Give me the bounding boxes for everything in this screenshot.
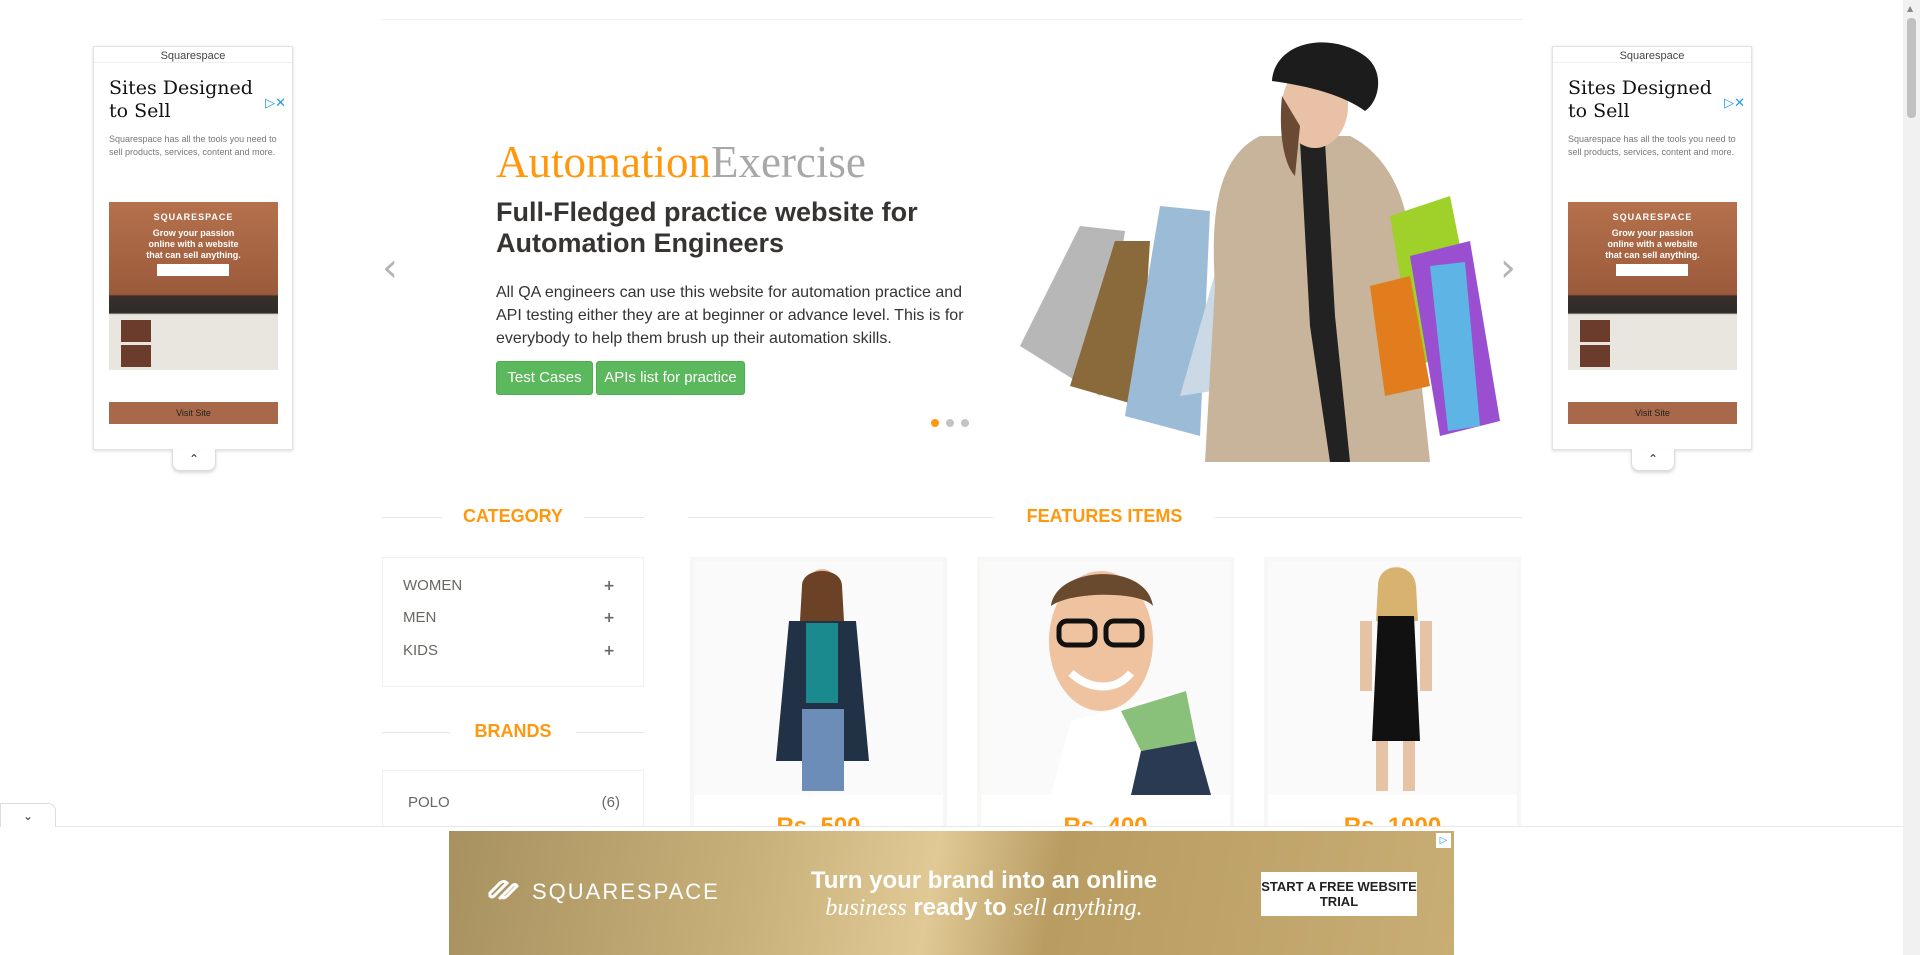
chevron-up-icon[interactable]: ⌃ — [1631, 449, 1675, 471]
ad-description: Squarespace has all the tools you need t… — [1568, 134, 1736, 157]
category-item-men[interactable]: MEN + — [403, 608, 625, 628]
slider-logo: AutomationExercise — [496, 136, 866, 188]
category-panel: WOMEN + MEN + KIDS + — [382, 557, 644, 687]
product-card[interactable]: Rs. 400 — [977, 557, 1234, 840]
slider-title: Full-Fledged practice website for Automa… — [496, 197, 918, 258]
plus-icon[interactable]: + — [603, 576, 615, 596]
ad-image-thumb — [1580, 345, 1610, 367]
brands-heading: BRANDS — [474, 721, 552, 741]
plus-icon[interactable]: + — [603, 641, 615, 661]
left-side-ad[interactable]: Squarespace Sites Designed to Sell ▷✕ Sq… — [93, 46, 293, 471]
right-side-ad[interactable]: Squarespace Sites Designed to Sell ▷✕ Sq… — [1552, 46, 1752, 471]
product-card[interactable]: Rs. 1000 — [1264, 557, 1521, 840]
heading-rule — [382, 517, 442, 518]
brand-item-label: POLO — [408, 794, 450, 811]
slider-dot[interactable] — [945, 418, 955, 428]
slider-dot[interactable] — [930, 418, 940, 428]
ad-image-thumb — [121, 345, 151, 367]
ad-image-input — [1616, 264, 1688, 276]
scroll-up-icon[interactable]: ▲ — [1907, 4, 1913, 13]
category-heading: CATEGORY — [462, 506, 563, 526]
category-item-label: WOMEN — [403, 577, 463, 594]
ad-brand-label: Squarespace — [94, 47, 292, 63]
chevron-down-icon[interactable]: ⌄ — [0, 803, 56, 827]
chevron-up-icon[interactable]: ⌃ — [172, 449, 216, 471]
category-item-label: KIDS — [403, 642, 439, 659]
ad-image-brand: SQUARESPACE — [1612, 212, 1693, 222]
start-free-trial-button[interactable]: START A FREE WEBSITE TRIAL — [1261, 872, 1417, 916]
visit-site-button[interactable]: Visit Site — [109, 402, 278, 424]
category-item-label: MEN — [403, 609, 437, 626]
test-cases-button[interactable]: Test Cases — [496, 361, 593, 395]
adchoices-icon[interactable]: ▷ — [1436, 833, 1451, 848]
brand-item-polo[interactable]: POLO (6) — [408, 793, 620, 813]
visit-site-button[interactable]: Visit Site — [1568, 402, 1737, 424]
page: Squarespace Sites Designed to Sell ▷✕ Sq… — [0, 0, 1920, 955]
apis-list-button[interactable]: APIs list for practice — [596, 361, 745, 395]
ad-image[interactable]: SQUARESPACE Grow your passion online wit… — [1568, 202, 1737, 370]
hero-image-girl-with-shopping-bags — [1010, 26, 1510, 462]
category-item-kids[interactable]: KIDS + — [403, 641, 625, 661]
heading-rule — [584, 517, 644, 518]
ad-brand-label: Squarespace — [1553, 47, 1751, 63]
ad-headline[interactable]: Sites Designed to Sell — [109, 77, 269, 123]
product-card[interactable]: Rs. 500 — [690, 557, 947, 840]
logo-part-automation: Automation — [496, 137, 711, 187]
heading-rule — [1215, 517, 1522, 518]
ad-image-text: Grow your passion online with a website … — [146, 228, 241, 260]
adchoices-close-icon[interactable]: ▷✕ — [1724, 95, 1745, 111]
bottom-ad-headline: Turn your brand into an online business … — [810, 867, 1158, 921]
ad-image-input — [157, 264, 229, 276]
brand-item-count: (6) — [601, 794, 620, 811]
slider-indicators — [930, 415, 975, 433]
ad-image-thumb — [121, 320, 151, 342]
slider-dot[interactable] — [960, 418, 970, 428]
scrollbar-thumb[interactable] — [1907, 18, 1916, 118]
ad-image-brand: SQUARESPACE — [153, 212, 234, 222]
squarespace-logo-icon — [486, 879, 520, 903]
heading-rule — [382, 732, 450, 733]
ad-headline[interactable]: Sites Designed to Sell — [1568, 77, 1728, 123]
top-divider — [382, 19, 1523, 20]
ad-image-text: Grow your passion online with a website … — [1605, 228, 1700, 260]
heading-rule — [688, 517, 993, 518]
bottom-banner-ad[interactable]: SQUARESPACE Turn your brand into an onli… — [449, 831, 1454, 955]
product-image[interactable] — [694, 561, 943, 795]
page-scrollbar[interactable]: ▲ — [1903, 0, 1920, 955]
chevron-left-icon[interactable]: ‹ — [382, 248, 398, 288]
ad-description: Squarespace has all the tools you need t… — [109, 134, 277, 157]
heading-rule — [576, 732, 644, 733]
product-image[interactable] — [1268, 561, 1517, 795]
bottom-ad-brand: SQUARESPACE — [486, 879, 720, 905]
features-items-heading: FEATURES ITEMS — [1026, 506, 1183, 526]
adchoices-close-icon[interactable]: ▷✕ — [265, 95, 286, 111]
ad-image-thumb — [1580, 320, 1610, 342]
brands-panel: POLO (6) — [382, 770, 644, 830]
category-item-women[interactable]: WOMEN + — [403, 576, 625, 596]
slider-description: All QA engineers can use this website fo… — [496, 284, 964, 347]
plus-icon[interactable]: + — [603, 608, 615, 628]
logo-part-exercise: Exercise — [710, 137, 866, 187]
product-image[interactable] — [981, 561, 1230, 795]
ad-image[interactable]: SQUARESPACE Grow your passion online wit… — [109, 202, 278, 370]
